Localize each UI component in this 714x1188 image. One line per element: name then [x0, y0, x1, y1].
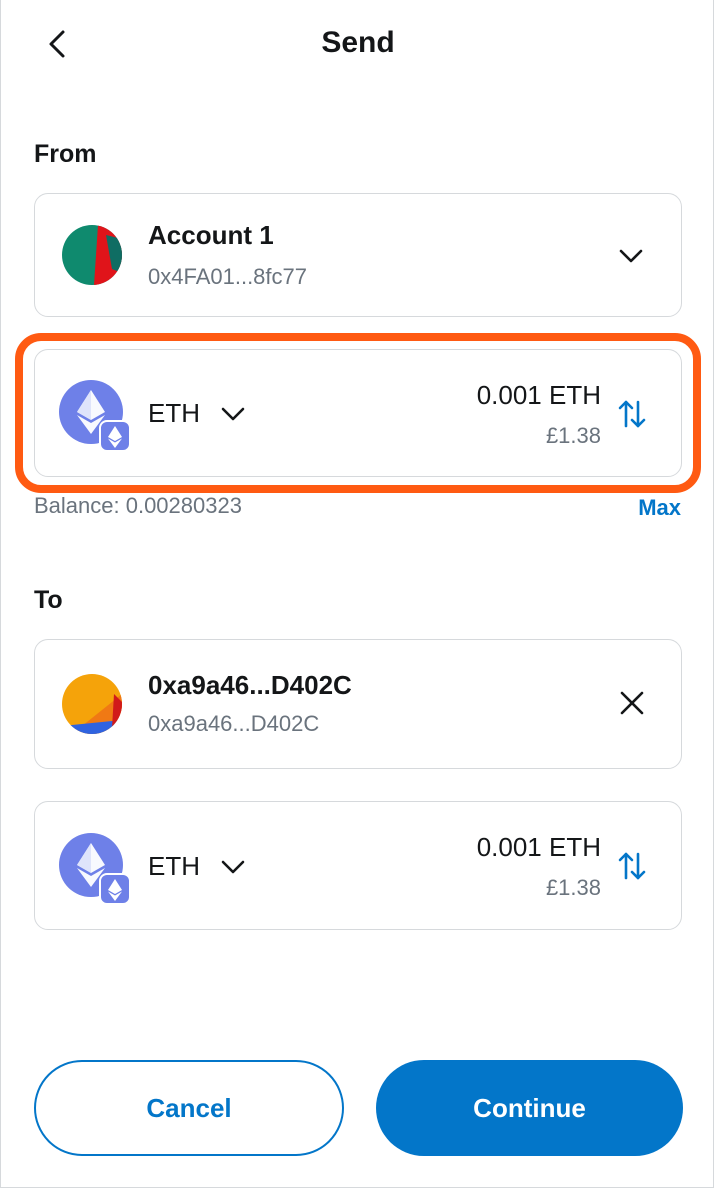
chevron-down-icon[interactable]	[219, 853, 247, 881]
clear-recipient-button[interactable]	[617, 688, 647, 718]
eth-icon	[59, 380, 131, 452]
header: Send	[1, 0, 714, 90]
recipient-name: 0xa9a46...D402C	[148, 670, 352, 700]
eth-icon	[59, 833, 131, 905]
swap-vertical-icon[interactable]	[617, 398, 647, 430]
amount-value[interactable]: 0.001 ETH	[477, 380, 601, 411]
recipient-avatar	[62, 674, 122, 734]
to-label: To	[34, 586, 63, 614]
swap-vertical-icon[interactable]	[617, 850, 647, 882]
token-symbol[interactable]: ETH	[148, 851, 200, 882]
token-symbol[interactable]: ETH	[148, 398, 200, 429]
amount-value[interactable]: 0.001 ETH	[477, 832, 601, 863]
from-label: From	[34, 140, 97, 168]
max-button[interactable]: Max	[638, 495, 681, 521]
fiat-value: £1.38	[545, 875, 601, 900]
cancel-button[interactable]: Cancel	[34, 1060, 344, 1156]
from-account-selector[interactable]: Account 1 0x4FA01...8fc77	[34, 193, 682, 317]
account-avatar	[62, 225, 122, 285]
balance-text: Balance: 0.00280323	[34, 493, 242, 518]
fiat-value: £1.38	[545, 423, 601, 448]
account-address: 0x4FA01...8fc77	[148, 264, 307, 289]
close-icon	[620, 691, 644, 715]
continue-button[interactable]: Continue	[376, 1060, 683, 1156]
network-badge	[99, 420, 131, 452]
send-screen: Send From Account 1 0x4FA01...8fc77 ETH …	[0, 0, 714, 1188]
chevron-down-icon	[619, 249, 643, 263]
recipient-card[interactable]: 0xa9a46...D402C 0xa9a46...D402C	[34, 639, 682, 769]
recipient-address: 0xa9a46...D402C	[148, 711, 320, 736]
chevron-down-icon[interactable]	[219, 400, 247, 428]
account-name: Account 1	[148, 220, 274, 250]
page-title: Send	[321, 26, 395, 59]
receive-asset-card[interactable]: ETH 0.001 ETH £1.38	[34, 801, 682, 930]
asset-amount-card[interactable]: ETH 0.001 ETH £1.38	[34, 349, 682, 477]
network-badge	[99, 873, 131, 905]
